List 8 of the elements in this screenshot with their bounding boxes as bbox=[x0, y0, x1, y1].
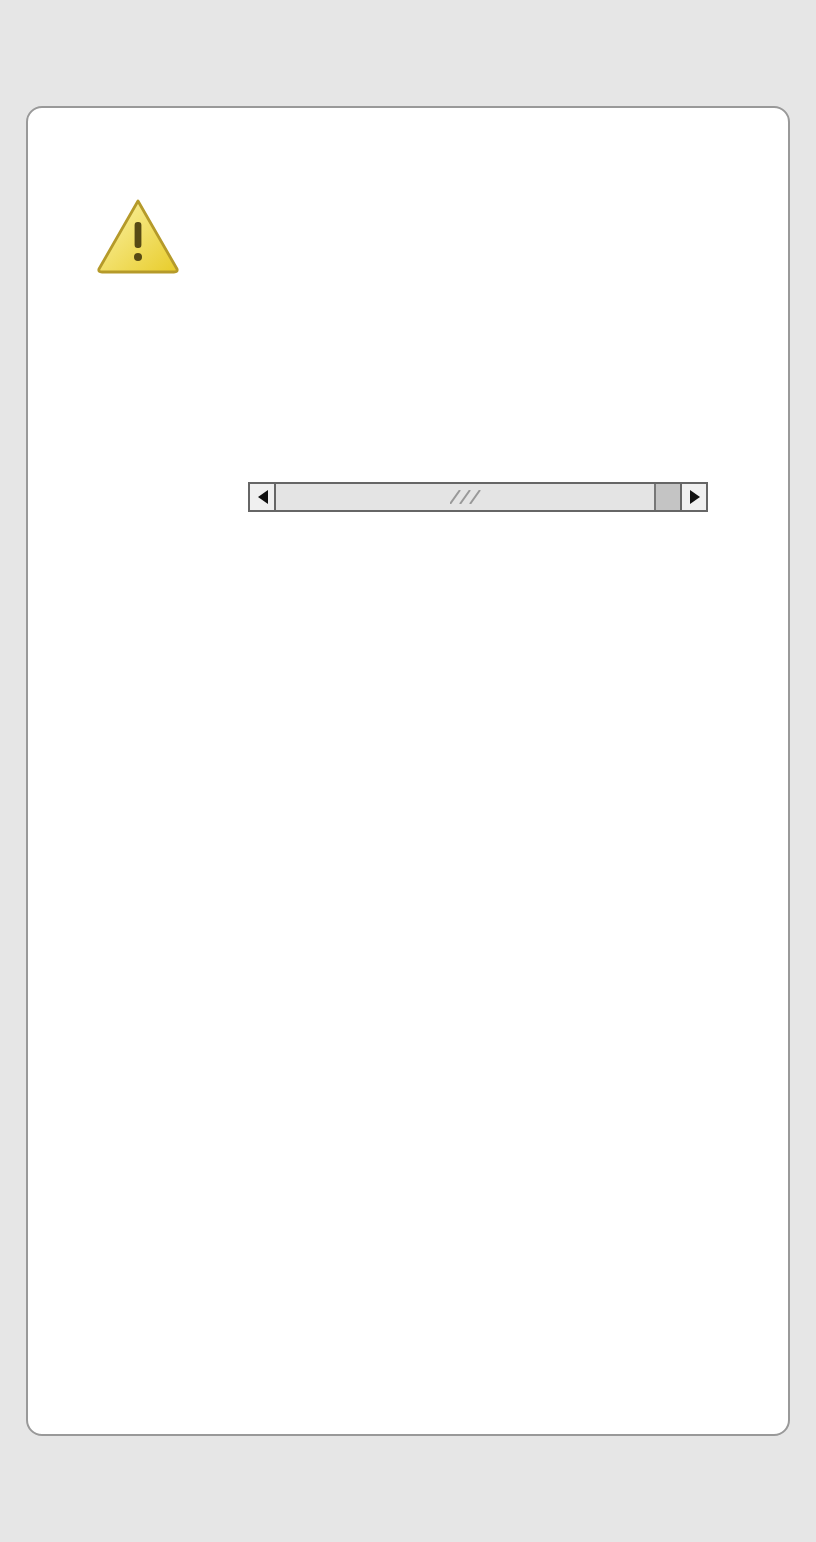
scroll-left-button[interactable] bbox=[250, 484, 276, 510]
left-triangle-icon bbox=[257, 490, 267, 504]
grip-icon bbox=[449, 490, 481, 504]
warning-icon bbox=[96, 198, 180, 274]
scroll-right-button[interactable] bbox=[680, 484, 706, 510]
horizontal-scrollbar[interactable] bbox=[248, 482, 708, 512]
right-triangle-icon bbox=[689, 490, 699, 504]
scrollbar-thumb[interactable] bbox=[276, 484, 656, 510]
